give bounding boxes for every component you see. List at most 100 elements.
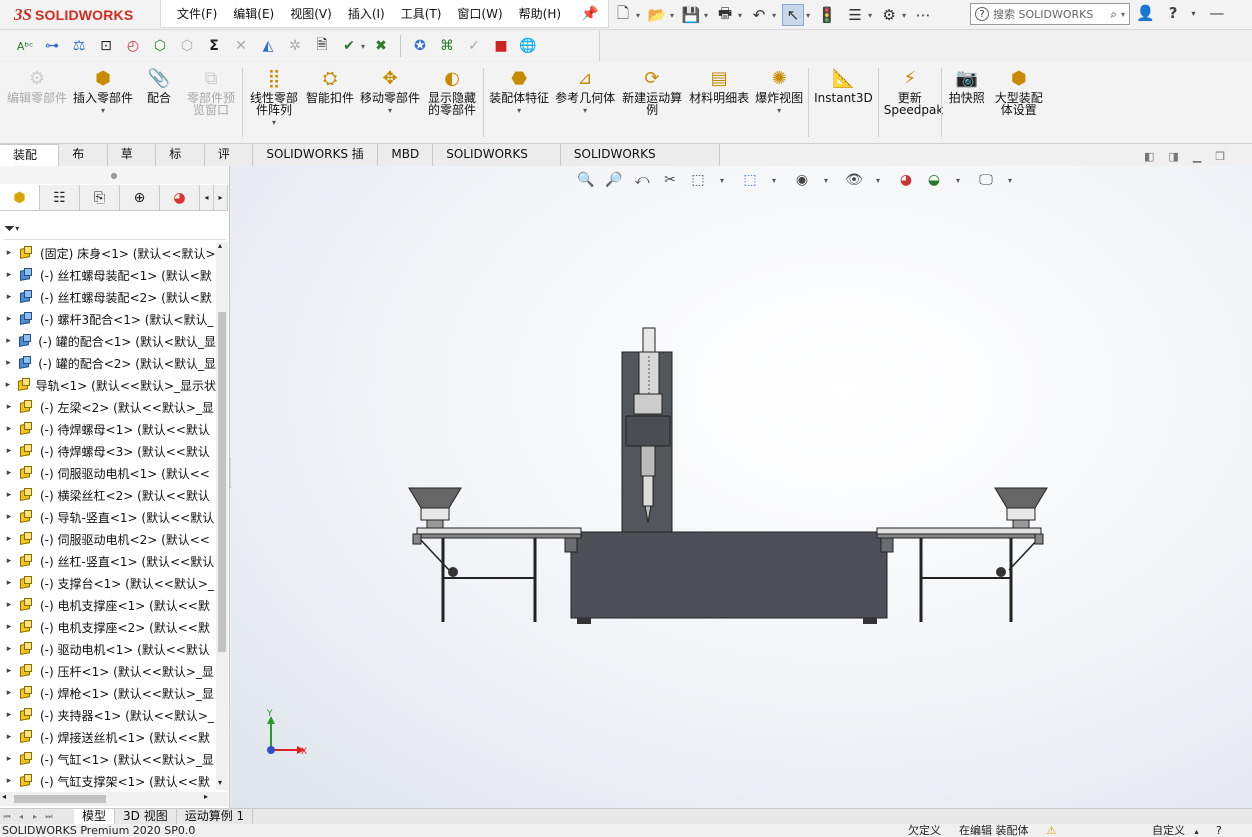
status-units[interactable]: 自定义 ▴ ? bbox=[1152, 825, 1222, 837]
panel-grip-icon[interactable]: ● bbox=[0, 166, 228, 184]
options-gear-icon[interactable]: ⚙ bbox=[878, 4, 900, 26]
check-tools-icon[interactable]: ✔ bbox=[338, 35, 360, 57]
filter-funnel-icon[interactable]: ⏷ bbox=[4, 221, 15, 237]
display-style-icon[interactable]: ◉ bbox=[792, 172, 812, 188]
pin-menu-icon[interactable]: 📌 bbox=[581, 6, 598, 22]
vertical-column[interactable] bbox=[621, 327, 673, 533]
tree-item[interactable]: ▸ (-) 焊枪<1> (默认<<默认>_显 bbox=[0, 682, 216, 704]
excel-export-icon[interactable]: ✖ bbox=[370, 35, 392, 57]
expand-arrow-icon[interactable]: ▸ bbox=[0, 644, 18, 654]
open-folder-icon[interactable]: 📂 bbox=[646, 4, 668, 26]
hscrollbar-thumb[interactable] bbox=[14, 795, 106, 803]
tree-item[interactable]: ▸ (-) 导轨-竖直<1> (默认<<默认 bbox=[0, 506, 216, 528]
section-view-icon[interactable]: ✂ bbox=[660, 172, 680, 188]
view-settings-dropdown-icon[interactable]: ▾ bbox=[1000, 176, 1020, 185]
doc-restore-icon[interactable]: ❐ bbox=[1215, 150, 1225, 163]
tabs-scroll-right-icon[interactable]: ▸ bbox=[214, 185, 228, 210]
tab-property-manager[interactable]: ☷ bbox=[40, 185, 80, 210]
help-question-icon[interactable]: ? bbox=[1169, 4, 1178, 22]
tree-item[interactable]: ▸ (-) 左梁<2> (默认<<默认>_显 bbox=[0, 396, 216, 418]
tree-item[interactable]: ▸ (-) 压杆<1> (默认<<默认>_显 bbox=[0, 660, 216, 682]
clearance-icon[interactable]: ⬡ bbox=[176, 35, 198, 57]
new-document-icon[interactable]: 🗋 bbox=[612, 4, 634, 26]
scrollbar-thumb[interactable] bbox=[218, 312, 226, 652]
expand-arrow-icon[interactable]: ▸ bbox=[0, 336, 17, 346]
properties-dropdown-icon[interactable]: ▾ bbox=[868, 11, 872, 20]
display-style-dropdown-icon[interactable]: ▾ bbox=[816, 176, 836, 185]
ribbon-button-11[interactable]: ▤ 材料明细表 bbox=[686, 62, 752, 143]
solidworks-logo[interactable]: 3S SOLIDWORKS bbox=[14, 4, 133, 26]
spell-check-icon[interactable]: Aᵇᶜ bbox=[14, 35, 36, 57]
expand-arrow-icon[interactable]: ▸ bbox=[0, 468, 18, 478]
tab-4[interactable]: 评估 bbox=[204, 144, 254, 182]
undo-dropdown-icon[interactable]: ▾ bbox=[772, 11, 776, 20]
tree-item[interactable]: ▸ (-) 气缸支撑架<1> (默认<<默 bbox=[0, 770, 216, 790]
tree-item[interactable]: ▸ (-) 焊接送丝机<1> (默认<<默 bbox=[0, 726, 216, 748]
prev-tab-icon[interactable]: ◂ bbox=[14, 812, 28, 821]
expand-arrow-icon[interactable]: ▸ bbox=[0, 732, 18, 742]
tab-3[interactable]: 标注 bbox=[156, 144, 205, 182]
hide-show-items-icon[interactable]: 👁 bbox=[844, 172, 864, 188]
select-pointer-icon[interactable]: ↖ bbox=[782, 4, 805, 26]
scroll-up-icon[interactable]: ▴ bbox=[218, 241, 222, 250]
assembly-visualization-icon[interactable]: ◭ bbox=[257, 35, 279, 57]
tree-item[interactable]: ▸ 导轨<1> (默认<<默认>_显示状 bbox=[0, 374, 216, 396]
orientation-dropdown-icon[interactable]: ▾ bbox=[764, 176, 784, 185]
globe-icon[interactable]: 🌐 bbox=[517, 35, 539, 57]
menu-item-2[interactable]: 视图(V) bbox=[290, 5, 332, 22]
expand-arrow-icon[interactable]: ▸ bbox=[0, 666, 18, 676]
tab-2[interactable]: 草图 bbox=[107, 144, 157, 182]
machine-base[interactable] bbox=[564, 531, 894, 624]
search-dropdown-icon[interactable]: ▾ bbox=[1121, 10, 1125, 19]
options-dropdown-icon[interactable]: ▾ bbox=[902, 11, 906, 20]
ribbon-button-8[interactable]: ⬣ 装配体特征 ▾ bbox=[486, 62, 552, 143]
tree-item[interactable]: ▸ (-) 待焊螺母<3> (默认<<默认 bbox=[0, 440, 216, 462]
tree-item[interactable]: ▸ (-) 丝杠-竖直<1> (默认<<默认 bbox=[0, 550, 216, 572]
tab-5[interactable]: SOLIDWORKS 插件 bbox=[253, 144, 379, 182]
tree-vertical-scrollbar[interactable]: ▴ ▾ bbox=[216, 241, 228, 790]
expand-arrow-icon[interactable]: ▸ bbox=[0, 270, 18, 280]
bottom-tab-0[interactable]: 模型 bbox=[74, 809, 116, 824]
tab-display-manager[interactable]: ◕ bbox=[160, 185, 200, 210]
tree-item[interactable]: ▸ (-) 横梁丝杠<2> (默认<<默认 bbox=[0, 484, 216, 506]
expand-arrow-icon[interactable]: ▸ bbox=[0, 314, 18, 324]
ribbon-button-0[interactable]: ⚙ 编辑零部件 bbox=[4, 62, 70, 143]
last-tab-icon[interactable]: ⏭ bbox=[42, 812, 56, 822]
hole-alignment-icon[interactable]: ✕ bbox=[230, 35, 252, 57]
doc-minimize-icon[interactable]: ▁ bbox=[1193, 150, 1201, 163]
assembly-model[interactable]: Y X bbox=[231, 166, 1252, 808]
units-dropdown-icon[interactable]: ▴ bbox=[1195, 827, 1199, 836]
tree-item[interactable]: ▸ (-) 丝杠螺母装配<1> (默认<默 bbox=[0, 264, 216, 286]
ribbon-button-16[interactable]: ⬢ 大型装配体设置 bbox=[990, 62, 1048, 143]
expand-arrow-icon[interactable]: ▸ bbox=[0, 512, 18, 522]
expand-arrow-icon[interactable]: ▸ bbox=[0, 490, 18, 500]
user-account-icon[interactable]: 👤 bbox=[1136, 4, 1155, 22]
ribbon-button-5[interactable]: ⛭ 智能扣件 bbox=[303, 62, 357, 143]
right-conveyor[interactable] bbox=[876, 487, 1048, 622]
ribbon-button-6[interactable]: ✥ 移动零部件 ▾ bbox=[357, 62, 423, 143]
tree-filter[interactable]: ⏷ ▾ bbox=[4, 218, 226, 240]
dynamic-annotation-icon[interactable]: ⬚ bbox=[688, 172, 708, 188]
motion-icon[interactable]: ✪ bbox=[409, 35, 431, 57]
hscroll-left-icon[interactable]: ◂ bbox=[2, 792, 6, 801]
measure-icon[interactable]: ⊶ bbox=[41, 35, 63, 57]
ribbon-dropdown-icon[interactable]: ▾ bbox=[272, 118, 276, 127]
ribbon-button-12[interactable]: ✺ 爆炸视图 ▾ bbox=[752, 62, 806, 143]
minimize-icon[interactable]: — bbox=[1209, 4, 1224, 22]
status-custom[interactable]: 自定义 bbox=[1152, 824, 1185, 837]
tree-item[interactable]: ▸ (-) 螺杆3配合<1> (默认<默认_ bbox=[0, 308, 216, 330]
open-dropdown-icon[interactable]: ▾ bbox=[670, 11, 674, 20]
ribbon-button-9[interactable]: ⊿ 参考几何体 ▾ bbox=[552, 62, 618, 143]
select-dropdown-icon[interactable]: ▾ bbox=[806, 11, 810, 20]
previous-view-icon[interactable]: ⤺ bbox=[632, 172, 652, 188]
mass-properties-icon[interactable]: ⚖ bbox=[68, 35, 90, 57]
expand-arrow-icon[interactable]: ▸ bbox=[0, 688, 18, 698]
undo-icon[interactable]: ↶ bbox=[748, 4, 770, 26]
menu-item-5[interactable]: 窗口(W) bbox=[457, 5, 502, 22]
expand-arrow-icon[interactable]: ▸ bbox=[0, 710, 18, 720]
ribbon-button-10[interactable]: ⟳ 新建运动算例 bbox=[618, 62, 686, 143]
ribbon-button-13[interactable]: 📐 Instant3D bbox=[811, 62, 876, 143]
performance-icon[interactable]: ✲ bbox=[284, 35, 306, 57]
rebuild-status-icon[interactable]: ⚠ bbox=[1047, 825, 1057, 837]
tree-item[interactable]: ▸ (-) 夹持器<1> (默认<<默认>_ bbox=[0, 704, 216, 726]
